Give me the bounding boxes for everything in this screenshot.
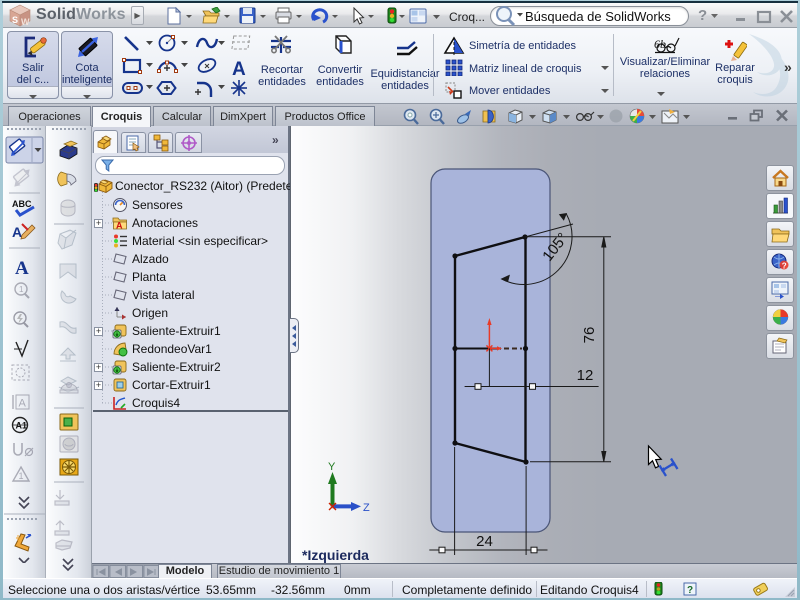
svg-text:S: S [12, 15, 18, 25]
svg-text:12: 12 [577, 367, 594, 384]
svg-text:*Izquierda: *Izquierda [302, 547, 369, 563]
svg-text:Y: Y [328, 461, 336, 473]
svg-text:ABC: ABC [12, 199, 32, 209]
svg-text:1: 1 [19, 471, 24, 481]
svg-text:A: A [15, 258, 29, 279]
svg-text:?: ? [782, 261, 787, 270]
svg-text:A: A [116, 221, 123, 231]
svg-text:24: 24 [476, 533, 493, 550]
svg-text:?: ? [687, 585, 693, 596]
svg-text:A: A [12, 224, 22, 240]
svg-text:A1: A1 [16, 421, 28, 431]
svg-text:A: A [232, 59, 246, 80]
svg-text:1: 1 [19, 285, 24, 294]
svg-text:76: 76 [581, 327, 598, 344]
svg-text:A: A [19, 398, 27, 410]
svg-text:Z: Z [363, 502, 370, 514]
svg-text:W: W [21, 17, 30, 27]
